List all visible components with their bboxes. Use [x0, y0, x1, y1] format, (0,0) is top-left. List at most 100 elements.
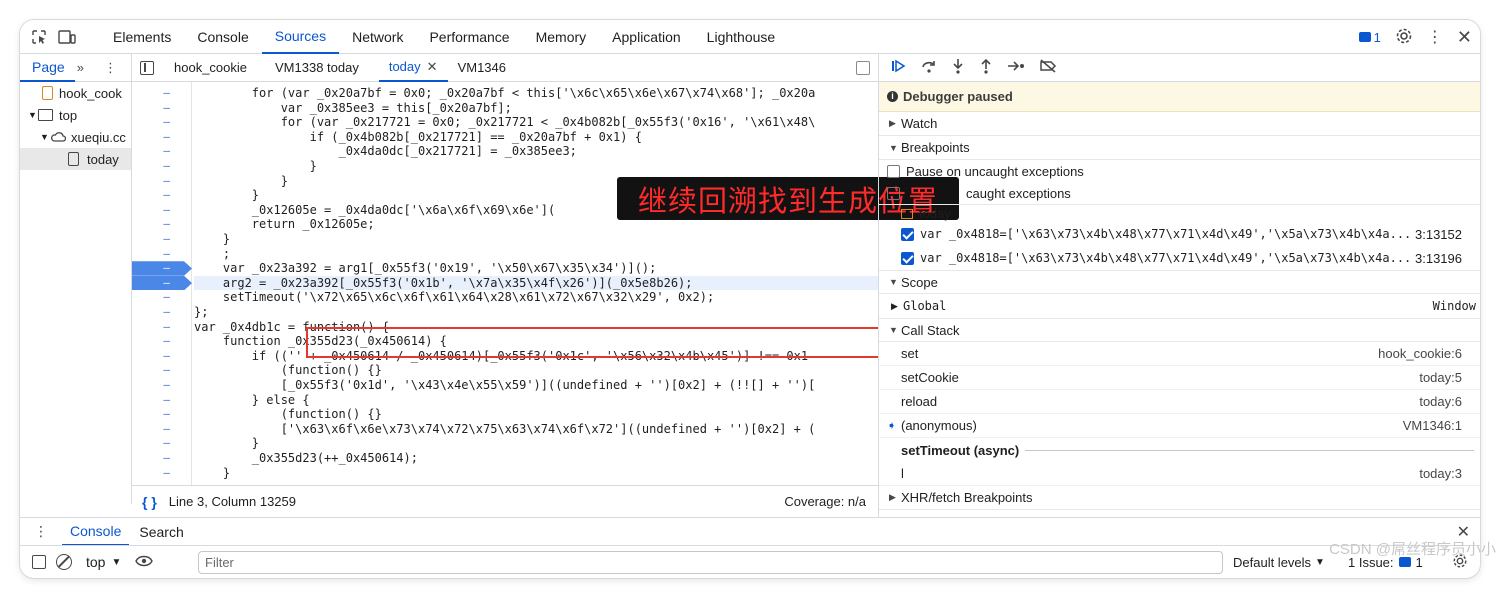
call-frame-current[interactable]: ➧ (anonymous) VM1346:1 — [879, 414, 1480, 438]
pause-caught-row[interactable]: caught exceptions — [879, 182, 1480, 204]
line-marker[interactable]: – — [132, 247, 192, 262]
step-into-icon[interactable] — [951, 58, 965, 77]
scope-global-row[interactable]: ▶ Global Window — [879, 294, 1480, 318]
call-frame[interactable]: l today:3 — [879, 462, 1480, 486]
section-breakpoints[interactable]: ▼ Breakpoints — [879, 136, 1480, 160]
line-marker[interactable]: – — [132, 159, 192, 174]
more-tabs-chevron-icon[interactable]: » — [77, 60, 84, 75]
resume-icon[interactable] — [891, 59, 907, 76]
code-line[interactable]: } — [194, 159, 878, 174]
close-tab-icon[interactable]: ✕ — [427, 59, 438, 75]
navigator-menu-icon[interactable]: ⋮ — [104, 60, 117, 76]
code-line[interactable]: for (var _0x20a7bf = 0x0; _0x20a7bf < th… — [194, 86, 878, 101]
code-line[interactable]: } — [194, 466, 878, 481]
tab-lighthouse[interactable]: Lighthouse — [694, 20, 789, 54]
line-marker[interactable]: – — [132, 130, 192, 145]
close-devtools-icon[interactable]: ✕ — [1457, 27, 1472, 48]
code-line[interactable]: ['\x63\x6f\x6e\x73\x74\x72\x75\x63\x74\x… — [194, 422, 878, 437]
line-marker[interactable]: – — [132, 407, 192, 422]
code-line[interactable]: setTimeout('\x72\x65\x6c\x6f\x61\x64\x28… — [194, 290, 878, 305]
line-marker[interactable]: – — [132, 232, 192, 247]
tab-application[interactable]: Application — [599, 20, 694, 54]
clear-console-icon[interactable] — [56, 554, 72, 570]
tab-performance[interactable]: Performance — [416, 20, 522, 54]
issues-badge[interactable]: 1 — [1358, 30, 1381, 45]
code-line[interactable]: } else { — [194, 393, 878, 408]
tree-item-xueqiu[interactable]: ▼ xueqiu.cc — [20, 126, 131, 148]
line-marker[interactable]: – — [132, 217, 192, 232]
breakpoint-marker[interactable]: – — [132, 261, 192, 276]
context-selector[interactable]: top ▼ — [86, 554, 121, 570]
drawer-tab-search[interactable]: Search — [139, 524, 183, 540]
line-marker[interactable]: – — [132, 320, 192, 335]
line-marker[interactable]: – — [132, 101, 192, 116]
editor-tab-vm1346[interactable]: VM1346 — [448, 54, 516, 82]
code-line[interactable]: var _0x385ee3 = this[_0x20a7bf]; — [194, 101, 878, 116]
toggle-debugger-icon[interactable] — [856, 60, 870, 75]
code-line[interactable]: for (var _0x217721 = 0x0; _0x217721 < _0… — [194, 115, 878, 130]
show-sidebar-icon[interactable] — [32, 555, 46, 569]
tree-item-today[interactable]: today — [20, 148, 131, 170]
line-marker[interactable]: – — [132, 290, 192, 305]
code-line[interactable]: arg2 = _0x23a392[_0x55f3('0x1b', '\x7a\x… — [194, 275, 878, 291]
code-line[interactable]: var _0x23a392 = arg1[_0x55f3('0x19', '\x… — [194, 261, 878, 276]
breakpoint-file-row[interactable]: today — [879, 204, 1480, 222]
tab-console[interactable]: Console — [184, 20, 261, 54]
line-marker[interactable]: – — [132, 115, 192, 130]
pause-caught-checkbox[interactable] — [887, 186, 900, 200]
section-call-stack[interactable]: ▼ Call Stack — [879, 318, 1480, 342]
code-line[interactable]: if (_0x4b082b[_0x217721] == _0x20a7bf + … — [194, 130, 878, 145]
code-line[interactable]: _0x355d23(++_0x450614); — [194, 451, 878, 466]
breakpoint-checkbox[interactable] — [901, 227, 914, 241]
line-number-gutter[interactable]: – – – – – – – – – – – – – – – – – – – – – – – – – – – — [132, 82, 192, 485]
code-line[interactable]: }; — [194, 305, 878, 320]
line-marker[interactable]: – — [132, 86, 192, 101]
line-marker[interactable]: – — [132, 363, 192, 378]
code-editor[interactable]: – – – – – – – – – – – – – – – – – – – – – – – – – – – for (var _0x… — [132, 82, 878, 485]
pretty-print-icon[interactable]: { } — [142, 494, 157, 510]
tab-elements[interactable]: Elements — [100, 20, 184, 54]
log-levels-dropdown[interactable]: Default levels ▼ — [1233, 555, 1325, 570]
navigator-tab-page[interactable]: Page — [20, 54, 75, 82]
editor-tab-vm1338[interactable]: VM1338 today — [265, 54, 369, 82]
breakpoint-checkbox[interactable] — [901, 251, 914, 265]
line-marker[interactable]: – — [132, 305, 192, 320]
code-line[interactable]: } — [194, 436, 878, 451]
expand-triangle-icon[interactable]: ▼ — [28, 110, 38, 120]
section-xhr-breakpoints[interactable]: ▶ XHR/fetch Breakpoints — [879, 486, 1480, 510]
tab-sources[interactable]: Sources — [261, 20, 340, 54]
tree-item-hook-cookie[interactable]: hook_cook — [20, 82, 131, 104]
live-expression-eye-icon[interactable] — [135, 554, 154, 570]
step-icon[interactable] — [1007, 60, 1025, 75]
settings-gear-icon[interactable] — [1395, 27, 1413, 48]
call-frame[interactable]: set hook_cookie:6 — [879, 342, 1480, 366]
line-marker[interactable]: – — [132, 451, 192, 466]
tab-network[interactable]: Network — [339, 20, 416, 54]
inspect-element-icon[interactable] — [28, 26, 50, 48]
code-lines[interactable]: for (var _0x20a7bf = 0x0; _0x20a7bf < th… — [194, 82, 878, 485]
pause-uncaught-checkbox[interactable] — [887, 164, 900, 178]
step-over-icon[interactable] — [921, 59, 937, 76]
editor-tab-hook-cookie[interactable]: hook_cookie — [164, 54, 257, 82]
line-marker[interactable]: – — [132, 188, 192, 203]
breakpoint-marker[interactable]: – — [132, 275, 192, 291]
step-out-icon[interactable] — [979, 58, 993, 77]
console-filter-input[interactable]: Filter — [198, 551, 1223, 574]
breakpoint-item[interactable]: var _0x4818=['\x63\x73\x4b\x48\x77\x71\x… — [879, 222, 1480, 246]
pause-uncaught-row[interactable]: Pause on uncaught exceptions — [879, 160, 1480, 182]
drawer-tab-console[interactable]: Console — [62, 518, 130, 546]
code-line[interactable]: [_0x55f3('0x1d', '\x43\x4e\x55\x59')]((u… — [194, 378, 878, 393]
line-marker[interactable]: – — [132, 349, 192, 364]
section-scope[interactable]: ▼ Scope — [879, 270, 1480, 294]
device-toolbar-icon[interactable] — [56, 26, 78, 48]
code-line[interactable]: ; — [194, 247, 878, 262]
call-frame[interactable]: reload today:6 — [879, 390, 1480, 414]
line-marker[interactable]: – — [132, 436, 192, 451]
more-options-icon[interactable]: ⋮ — [1427, 27, 1443, 47]
editor-tab-today[interactable]: today ✕ — [378, 54, 448, 82]
line-marker[interactable]: – — [132, 393, 192, 408]
call-frame[interactable]: setCookie today:5 — [879, 366, 1480, 390]
breakpoint-item[interactable]: var _0x4818=['\x63\x73\x4b\x48\x77\x71\x… — [879, 246, 1480, 270]
line-marker[interactable]: – — [132, 422, 192, 437]
line-marker[interactable]: – — [132, 334, 192, 349]
